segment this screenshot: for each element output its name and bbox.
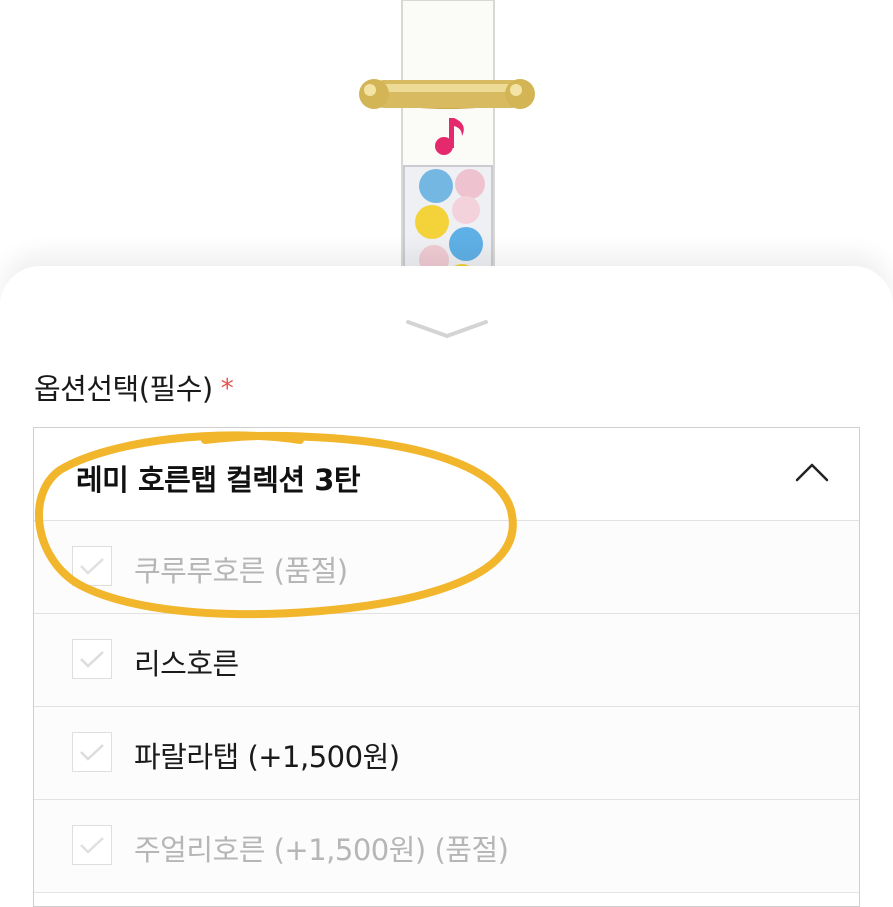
checkmark-icon — [80, 744, 104, 761]
option-dropdown: 레미 호른탭 컬렉션 3탄 쿠루루호른 (품절) 리스호른 파랄라탭 (+1,5… — [33, 427, 860, 907]
checkbox[interactable] — [72, 732, 112, 772]
option-item-rees-horn[interactable]: 리스호른 — [34, 614, 859, 707]
dropdown-header[interactable]: 레미 호른탭 컬렉션 3탄 — [34, 428, 859, 521]
dropdown-selected-label: 레미 호른탭 컬렉션 3탄 — [76, 463, 361, 497]
option-item-jewelry-horn[interactable]: 주얼리호른 (+1,500원) (품절) — [34, 800, 859, 893]
option-label: 주얼리호른 (+1,500원) (품절) — [134, 833, 509, 867]
chevron-up-icon[interactable] — [795, 462, 829, 482]
checkmark-icon — [80, 558, 104, 575]
option-item-kururu-horn[interactable]: 쿠루루호른 (품절) — [34, 521, 859, 614]
option-select-title: 옵션선택(필수) * — [34, 366, 234, 408]
product-image — [0, 0, 893, 300]
checkmark-icon — [80, 651, 104, 668]
chevron-down-icon[interactable] — [404, 318, 490, 340]
checkbox[interactable] — [72, 639, 112, 679]
checkbox[interactable] — [72, 546, 112, 586]
required-asterisk: * — [220, 374, 234, 404]
option-item-parala-tab[interactable]: 파랄라탭 (+1,500원) — [34, 707, 859, 800]
option-select-label: 옵션선택(필수) — [34, 372, 213, 406]
checkbox[interactable] — [72, 825, 112, 865]
option-label: 쿠루루호른 (품절) — [134, 554, 348, 588]
option-label: 파랄라탭 (+1,500원) — [134, 740, 400, 774]
option-label: 리스호른 — [134, 647, 239, 681]
checkmark-icon — [80, 837, 104, 854]
